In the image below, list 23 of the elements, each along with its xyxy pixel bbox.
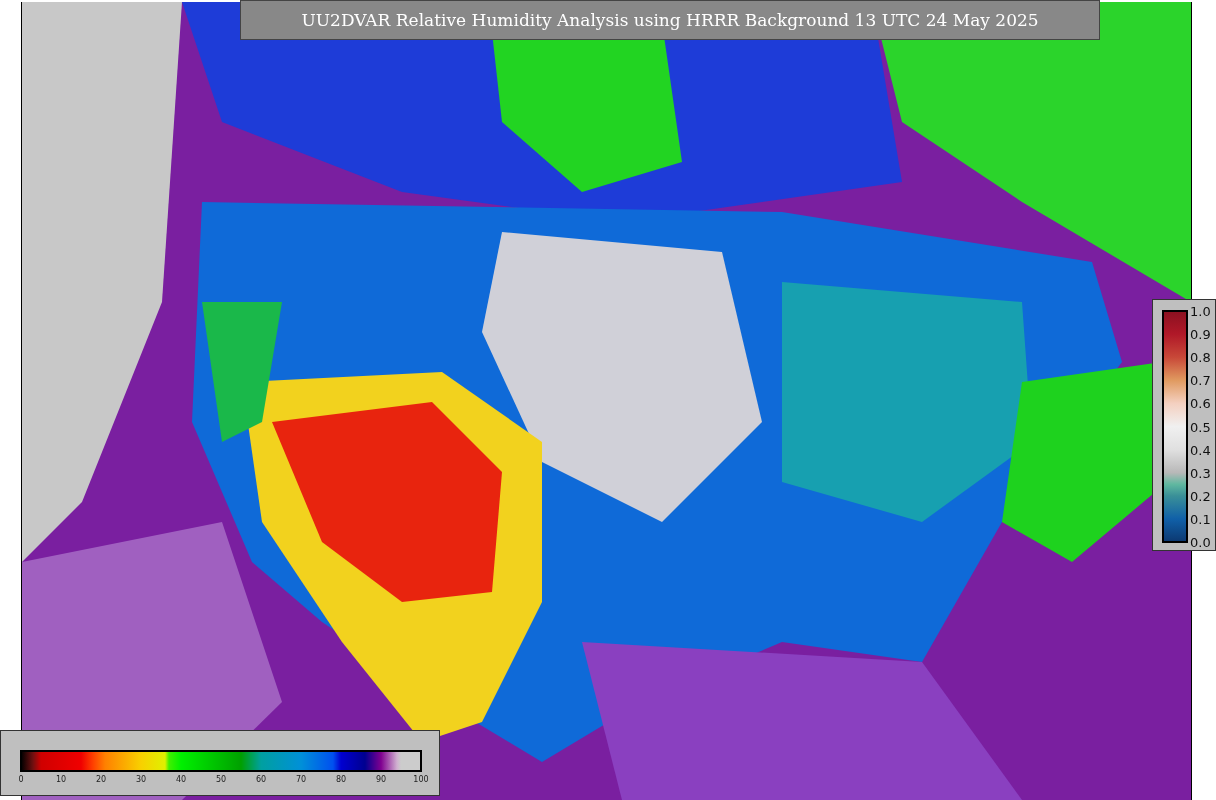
tick-label: 0.4	[1190, 442, 1211, 458]
tick-label: 0.7	[1190, 372, 1211, 388]
tick-label: 60	[255, 775, 267, 784]
tick-label: 1.0	[1190, 303, 1211, 319]
tick-label: 0	[18, 775, 24, 784]
tick-label: 70	[295, 775, 307, 784]
tick-label: 0.1	[1190, 511, 1211, 527]
tick-label: 40	[175, 775, 187, 784]
tick-label: 100	[413, 775, 429, 784]
tick-label: 20	[95, 775, 107, 784]
tick-label: 80	[335, 775, 347, 784]
chart-title: UU2DVAR Relative Humidity Analysis using HRRR Background 13 UTC 24 May 2025	[240, 0, 1100, 40]
tick-label: 0.0	[1190, 534, 1211, 550]
tick-label: 0.3	[1190, 465, 1211, 481]
tick-label: 0.5	[1190, 419, 1211, 434]
tick-label: 0.6	[1190, 395, 1211, 411]
tick-label: 0.9	[1190, 326, 1211, 342]
tick-label: 30	[135, 775, 147, 784]
tick-label: 10	[55, 775, 67, 784]
tick-label: 50	[215, 775, 227, 784]
tick-label: 90	[375, 775, 387, 784]
tick-label: 0.8	[1190, 349, 1211, 365]
tick-label: 0.2	[1190, 488, 1211, 504]
